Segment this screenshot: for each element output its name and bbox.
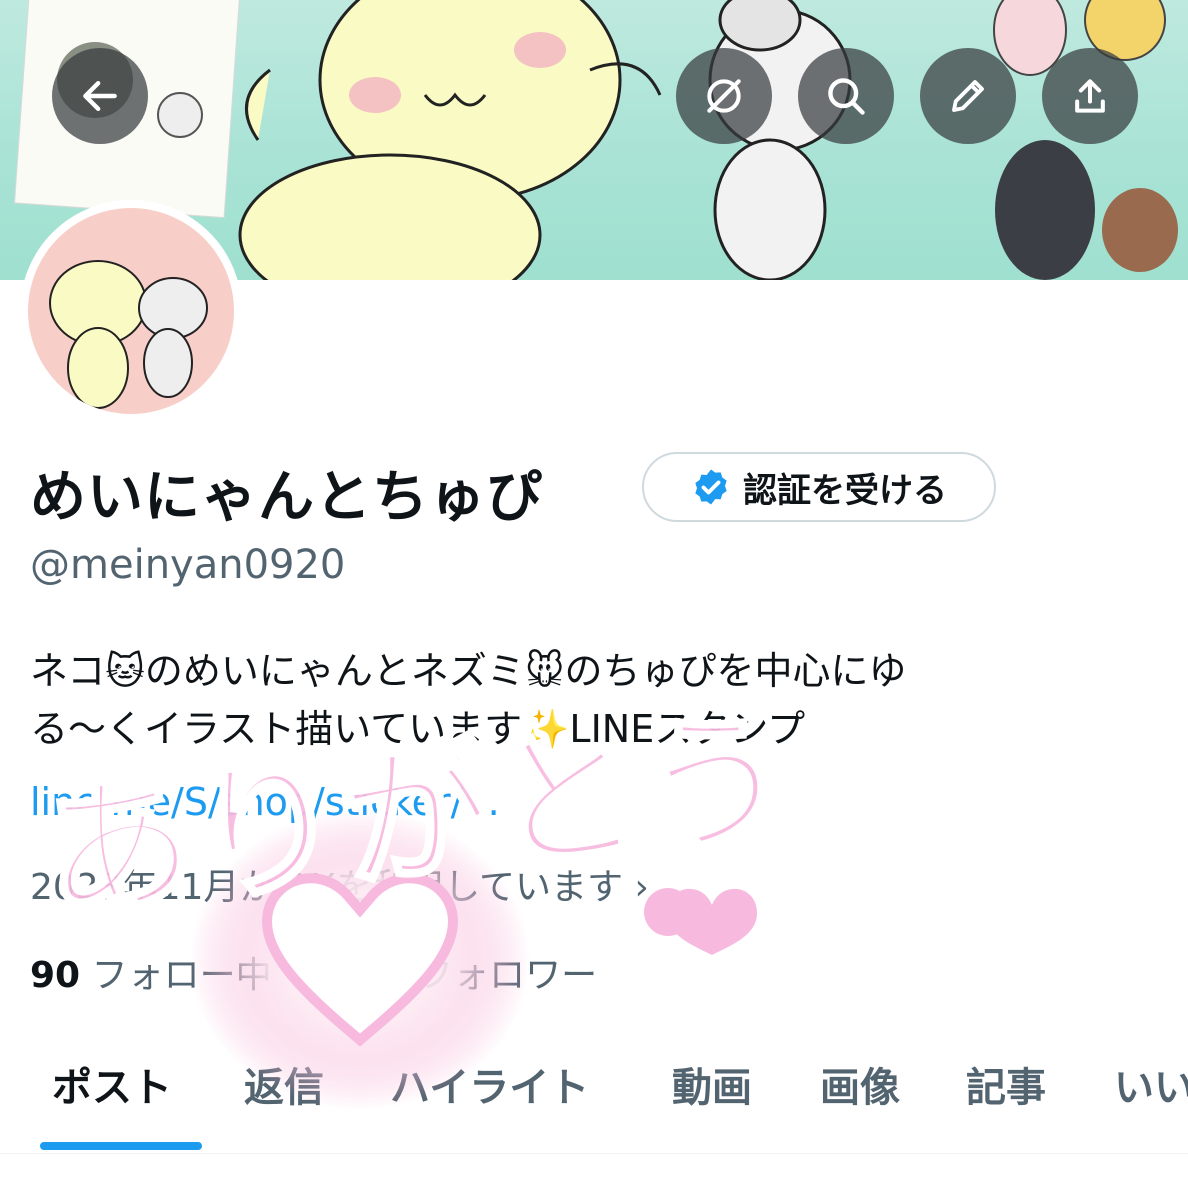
following-link[interactable]: 90 フォロー中 <box>30 955 283 996</box>
get-verified-button[interactable]: 認証を受ける <box>642 452 996 522</box>
bio-line-2: る〜くイラスト描いています✨LINEスタンプ <box>30 707 806 751</box>
following-count: 90 <box>30 955 81 996</box>
pencil-icon <box>952 80 984 112</box>
share-icon <box>1075 79 1105 113</box>
active-tab-indicator <box>40 1142 202 1150</box>
tab-highlights[interactable]: ハイライト <box>390 1055 589 1113</box>
profile-bio: ネコ🐱のめいにゃんとネズミ🐭のちゅぴを中心にゆ る〜くイラスト描いています✨LI… <box>30 642 1170 758</box>
avatar[interactable] <box>20 200 242 422</box>
joined-date[interactable]: 2023年11月からXを利用しています › <box>30 858 649 910</box>
followers-count: 100 <box>330 955 406 996</box>
chevron-right-icon: › <box>634 867 649 908</box>
tab-replies[interactable]: 返信 <box>244 1055 324 1113</box>
grok-icon <box>707 79 741 113</box>
profile-tabs: ポスト 返信 ハイライト 動画 画像 記事 いい <box>0 1055 1188 1155</box>
search-button[interactable] <box>798 48 894 144</box>
small-heart-icon <box>644 888 692 936</box>
arrow-left-icon <box>83 80 117 112</box>
follow-stats: 90 フォロー中 100 フォロワー <box>30 946 597 998</box>
back-button[interactable] <box>52 48 148 144</box>
joined-text: 2023年11月からXを利用しています <box>30 867 624 908</box>
verified-badge-icon <box>695 469 727 505</box>
profile-handle: @meinyan0920 <box>30 542 346 588</box>
followers-label: フォロワー <box>417 955 598 996</box>
grok-button[interactable] <box>676 48 772 144</box>
tab-images[interactable]: 画像 <box>820 1055 900 1113</box>
tabs-divider <box>0 1153 1188 1154</box>
bio-line-1: ネコ🐱のめいにゃんとネズミ🐭のちゅぴを中心にゆ <box>30 649 907 693</box>
tab-videos[interactable]: 動画 <box>672 1055 752 1113</box>
small-heart-icon <box>667 888 757 955</box>
tab-articles[interactable]: 記事 <box>966 1055 1046 1113</box>
followers-link[interactable]: 100 フォロワー <box>330 955 597 996</box>
tab-likes[interactable]: いい <box>1114 1055 1188 1113</box>
get-verified-label: 認証を受ける <box>743 470 947 511</box>
profile-link[interactable]: line.me/S/shop/sticker/... <box>30 780 500 824</box>
avatar-image <box>28 208 234 414</box>
following-label: フォロー中 <box>91 955 272 996</box>
profile-name: めいにゃんとちゅぴ <box>30 465 543 530</box>
tab-posts[interactable]: ポスト <box>52 1055 172 1113</box>
search-icon <box>828 78 865 115</box>
edit-button[interactable] <box>920 48 1016 144</box>
share-button[interactable] <box>1042 48 1138 144</box>
